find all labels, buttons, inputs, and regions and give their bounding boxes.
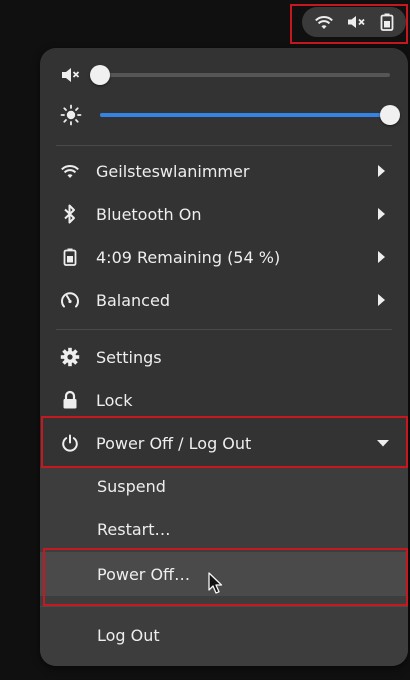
- restart-menu-item[interactable]: Restart…: [40, 509, 408, 549]
- battery-icon: [380, 13, 394, 31]
- power-menu-item[interactable]: Power Off / Log Out: [40, 422, 408, 464]
- wifi-menu-item[interactable]: Geilsteswlanimmer: [40, 150, 408, 192]
- settings-menu-item[interactable]: Settings: [40, 336, 408, 378]
- power-icon: [60, 433, 80, 453]
- suspend-label: Suspend: [97, 476, 166, 496]
- power-mode-menu-item[interactable]: Balanced: [40, 279, 408, 321]
- bluetooth-label: Bluetooth On: [96, 204, 202, 224]
- separator: [40, 606, 408, 607]
- mouse-pointer-icon: [208, 572, 223, 594]
- brightness-slider[interactable]: [100, 105, 400, 125]
- power-submenu: Suspend Restart… Power Off… Log Out: [40, 466, 408, 666]
- separator: [56, 329, 392, 330]
- wifi-label: Geilsteswlanimmer: [96, 161, 250, 181]
- restart-label: Restart…: [97, 519, 171, 539]
- brightness-icon: [60, 104, 82, 126]
- separator: [56, 145, 392, 146]
- brightness-slider-fill: [100, 113, 390, 117]
- chevron-right-icon: [378, 294, 385, 306]
- log-out-label: Log Out: [97, 625, 160, 645]
- lock-icon: [60, 390, 80, 410]
- brightness-slider-row: [40, 95, 408, 135]
- bluetooth-menu-item[interactable]: Bluetooth On: [40, 193, 408, 235]
- suspend-menu-item[interactable]: Suspend: [40, 466, 408, 506]
- gear-icon: [60, 347, 80, 367]
- brightness-slider-handle[interactable]: [380, 105, 400, 125]
- wifi-icon: [315, 16, 334, 29]
- volume-slider-handle[interactable]: [90, 65, 110, 85]
- chevron-right-icon: [378, 165, 385, 177]
- chevron-right-icon: [378, 208, 385, 220]
- log-out-menu-item[interactable]: Log Out: [40, 615, 408, 655]
- system-indicators-button[interactable]: [302, 7, 406, 37]
- chevron-down-icon: [377, 440, 389, 447]
- power-off-menu-item[interactable]: Power Off…: [40, 552, 408, 596]
- quick-settings-menu: Geilsteswlanimmer Bluetooth On 4:09 Rema…: [40, 48, 408, 666]
- battery-label: 4:09 Remaining (54 %): [96, 247, 281, 267]
- desktop: Geilsteswlanimmer Bluetooth On 4:09 Rema…: [0, 0, 410, 680]
- battery-icon: [60, 247, 80, 267]
- power-label: Power Off / Log Out: [96, 433, 252, 453]
- bluetooth-icon: [60, 204, 80, 224]
- power-mode-icon: [60, 290, 80, 310]
- volume-slider[interactable]: [90, 65, 390, 85]
- settings-label: Settings: [96, 347, 162, 367]
- power-mode-label: Balanced: [96, 290, 170, 310]
- wifi-icon: [60, 161, 80, 181]
- power-off-label: Power Off…: [97, 564, 191, 584]
- volume-slider-row: [40, 55, 408, 95]
- battery-menu-item[interactable]: 4:09 Remaining (54 %): [40, 236, 408, 278]
- chevron-right-icon: [378, 251, 385, 263]
- lock-label: Lock: [96, 390, 133, 410]
- lock-menu-item[interactable]: Lock: [40, 379, 408, 421]
- volume-muted-icon: [347, 16, 365, 28]
- volume-muted-icon: [62, 68, 80, 82]
